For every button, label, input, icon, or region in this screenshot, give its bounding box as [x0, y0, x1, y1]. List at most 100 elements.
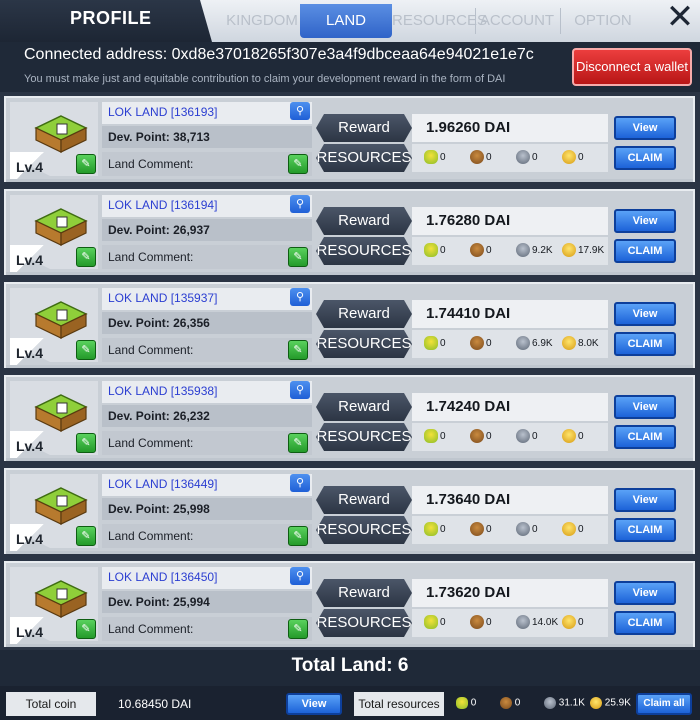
gold-icon: [562, 243, 576, 258]
claim-button[interactable]: CLAIM: [614, 518, 676, 542]
view-button[interactable]: View: [614, 581, 676, 605]
stone-icon: [516, 243, 530, 258]
edit-comment-icon[interactable]: ✎: [288, 433, 308, 453]
total-corn: 0: [456, 697, 476, 709]
stone-icon: [516, 522, 530, 537]
corn-icon: [456, 697, 468, 709]
total-land: Total Land: 6: [0, 650, 700, 686]
stone-amount: 14.0K: [516, 615, 558, 631]
view-button[interactable]: View: [614, 209, 676, 233]
corn-icon: [424, 522, 438, 537]
dev-point: Dev. Point: 26,937: [108, 223, 210, 237]
edit-icon[interactable]: ✎: [76, 526, 96, 546]
corn-amount: 0: [424, 615, 446, 631]
search-icon[interactable]: ⚲: [290, 381, 310, 399]
corn-amount: 0: [424, 522, 446, 538]
resources-label: RESOURCES: [316, 144, 412, 172]
gold-value: 17.9K: [578, 245, 605, 256]
gold-value: 0: [578, 431, 584, 442]
land-tile-icon: [34, 487, 88, 525]
reward-value: 1.73640 DAI: [412, 486, 608, 514]
land-name[interactable]: LOK LAND [136193]: [108, 105, 217, 119]
search-icon[interactable]: ⚲: [290, 195, 310, 213]
corn-amount: 0: [424, 243, 446, 259]
view-button[interactable]: View: [614, 302, 676, 326]
wood-icon: [470, 429, 484, 444]
tab-option[interactable]: OPTION: [564, 0, 642, 40]
resources-values: 0 0 9.2K 17.9K: [412, 237, 608, 265]
search-icon[interactable]: ⚲: [290, 474, 310, 492]
claim-button[interactable]: CLAIM: [614, 611, 676, 635]
land-level: Lv.4: [16, 438, 43, 454]
stone-amount: 0: [516, 522, 538, 538]
gold-amount: 8.0K: [562, 336, 599, 352]
total-gold: 25.9K: [590, 697, 631, 709]
claim-button[interactable]: CLAIM: [614, 332, 676, 356]
view-button[interactable]: View: [614, 488, 676, 512]
tab-profile-label: PROFILE: [70, 8, 152, 28]
edit-icon[interactable]: ✎: [76, 247, 96, 267]
total-corn-value: 0: [470, 697, 477, 709]
resources-label: RESOURCES: [316, 237, 412, 265]
corn-amount: 0: [424, 150, 446, 166]
edit-icon[interactable]: ✎: [76, 340, 96, 360]
land-comment-row: Land Comment:: [102, 152, 312, 176]
land-name[interactable]: LOK LAND [136194]: [108, 198, 217, 212]
edit-icon[interactable]: ✎: [76, 619, 96, 639]
land-card: Lv.4 ✎ LOK LAND [135938] ⚲ Dev. Point: 2…: [4, 375, 695, 461]
stone-icon: [516, 336, 530, 351]
edit-comment-icon[interactable]: ✎: [288, 247, 308, 267]
claim-all-button[interactable]: Claim all: [636, 693, 692, 715]
stone-value: 6.9K: [532, 338, 553, 349]
close-icon[interactable]: ✕: [660, 0, 700, 40]
land-comment-label: Land Comment:: [108, 250, 194, 264]
dev-point-row: Dev. Point: 25,994: [102, 591, 312, 613]
dev-point-row: Dev. Point: 26,356: [102, 312, 312, 334]
corn-icon: [424, 429, 438, 444]
land-comment-label: Land Comment:: [108, 529, 194, 543]
resources-label: RESOURCES: [316, 423, 412, 451]
land-name[interactable]: LOK LAND [136449]: [108, 477, 217, 491]
stone-icon: [516, 615, 530, 630]
disconnect-wallet-button[interactable]: Disconnect a wallet: [572, 48, 692, 86]
reward-label: Reward: [316, 207, 412, 235]
claim-button[interactable]: CLAIM: [614, 425, 676, 449]
edit-comment-icon[interactable]: ✎: [288, 340, 308, 360]
dev-point-row: Dev. Point: 26,937: [102, 219, 312, 241]
tab-resources[interactable]: RESOURCES: [392, 0, 487, 40]
land-name[interactable]: LOK LAND [135937]: [108, 291, 217, 305]
reward-label: Reward: [316, 114, 412, 142]
tab-account[interactable]: ACCOUNT: [478, 0, 556, 40]
edit-comment-icon[interactable]: ✎: [288, 154, 308, 174]
tab-profile[interactable]: PROFILE: [0, 0, 212, 42]
land-comment-row: Land Comment:: [102, 431, 312, 455]
view-button[interactable]: View: [614, 395, 676, 419]
nav-divider: [475, 8, 476, 34]
claim-button[interactable]: CLAIM: [614, 239, 676, 263]
edit-comment-icon[interactable]: ✎: [288, 619, 308, 639]
corn-icon: [424, 336, 438, 351]
stone-amount: 0: [516, 150, 538, 166]
dev-point-row: Dev. Point: 25,998: [102, 498, 312, 520]
land-comment-row: Land Comment:: [102, 617, 312, 641]
wood-value: 0: [486, 617, 492, 628]
land-name[interactable]: LOK LAND [135938]: [108, 384, 217, 398]
corn-amount: 0: [424, 429, 446, 445]
edit-icon[interactable]: ✎: [76, 433, 96, 453]
land-name[interactable]: LOK LAND [136450]: [108, 570, 217, 584]
edit-icon[interactable]: ✎: [76, 154, 96, 174]
land-name-row: LOK LAND [136449]: [102, 474, 312, 496]
total-coin-label: Total coin: [6, 692, 96, 716]
search-icon[interactable]: ⚲: [290, 102, 310, 120]
tab-kingdom[interactable]: KINGDOM: [222, 0, 302, 40]
wood-icon: [470, 336, 484, 351]
wood-amount: 0: [470, 522, 492, 538]
total-view-button[interactable]: View: [286, 693, 342, 715]
view-button[interactable]: View: [614, 116, 676, 140]
stone-value: 0: [532, 524, 538, 535]
edit-comment-icon[interactable]: ✎: [288, 526, 308, 546]
tab-land[interactable]: LAND: [300, 4, 392, 38]
search-icon[interactable]: ⚲: [290, 567, 310, 585]
claim-button[interactable]: CLAIM: [614, 146, 676, 170]
search-icon[interactable]: ⚲: [290, 288, 310, 306]
